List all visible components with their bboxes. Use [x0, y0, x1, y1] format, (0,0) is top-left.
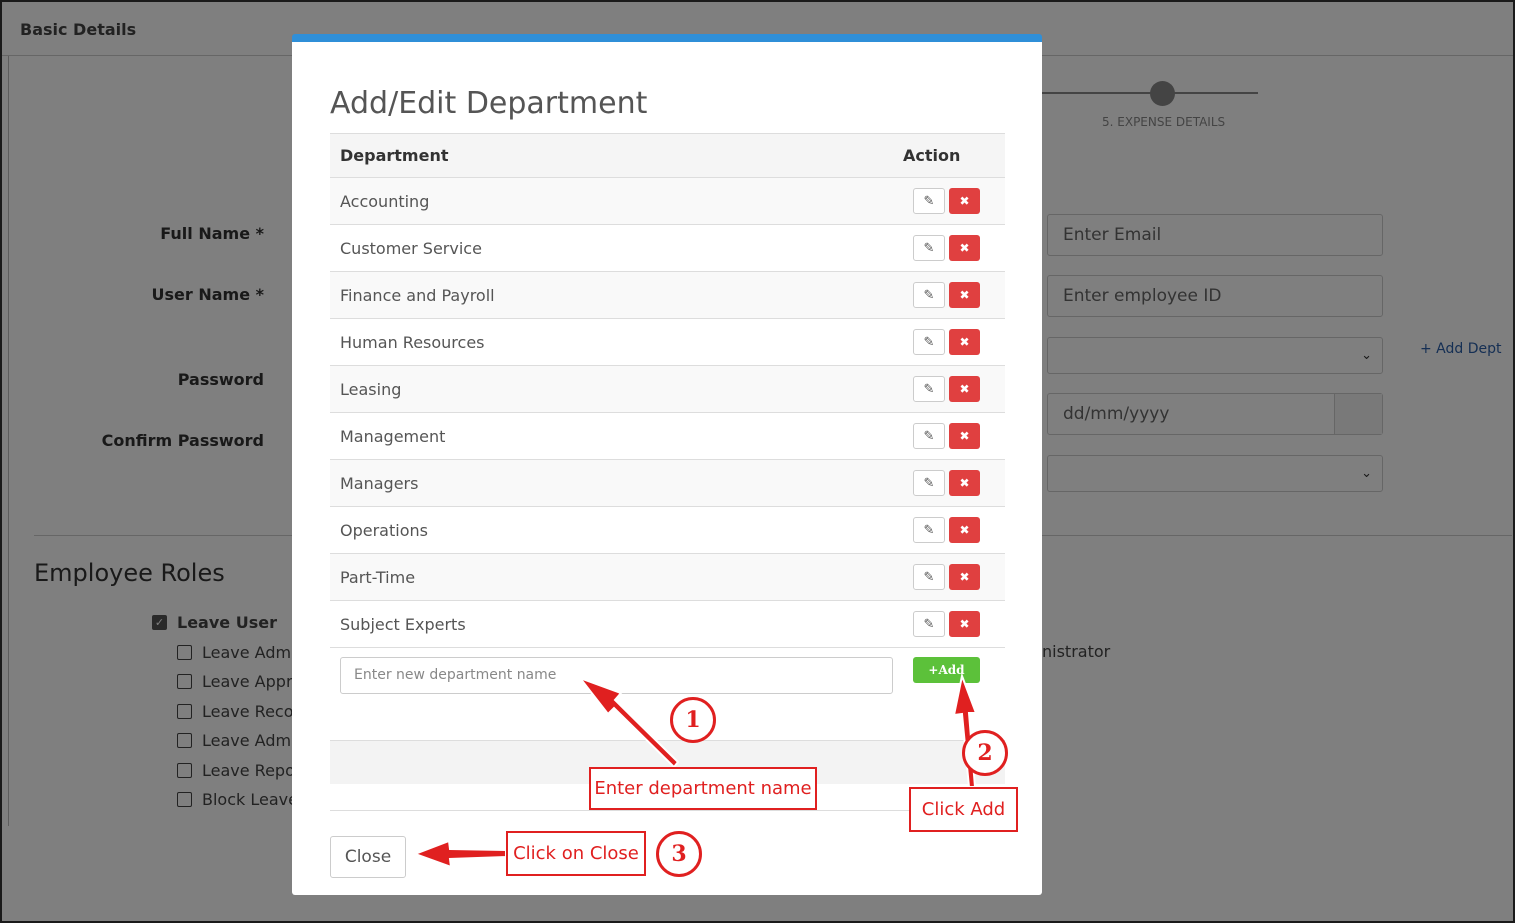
- modal-title: Add/Edit Department: [330, 86, 648, 121]
- step-3-callout: Click on Close: [506, 831, 646, 876]
- delete-x-icon[interactable]: ✖: [949, 517, 980, 543]
- edit-pencil-icon[interactable]: ✎: [913, 517, 945, 543]
- edit-pencil-icon[interactable]: ✎: [913, 470, 945, 496]
- department-name: Operations: [340, 520, 428, 540]
- edit-pencil-icon[interactable]: ✎: [913, 564, 945, 590]
- department-name: Human Resources: [340, 332, 485, 352]
- department-name: Leasing: [340, 379, 402, 399]
- row-actions: ✎ ✖: [913, 517, 980, 543]
- delete-x-icon[interactable]: ✖: [949, 329, 980, 355]
- step-2-marker: 2: [962, 730, 1008, 776]
- table-row: Management ✎ ✖: [330, 413, 1005, 460]
- department-table: Department Action Accounting ✎ ✖ Customer S…: [330, 133, 1005, 648]
- row-actions: ✎ ✖: [913, 376, 980, 402]
- row-actions: ✎ ✖: [913, 329, 980, 355]
- edit-pencil-icon[interactable]: ✎: [913, 282, 945, 308]
- row-actions: ✎ ✖: [913, 423, 980, 449]
- delete-x-icon[interactable]: ✖: [949, 470, 980, 496]
- row-actions: ✎ ✖: [913, 611, 980, 637]
- edit-pencil-icon[interactable]: ✎: [913, 188, 945, 214]
- edit-pencil-icon[interactable]: ✎: [913, 235, 945, 261]
- table-row: Managers ✎ ✖: [330, 460, 1005, 507]
- step-3-marker: 3: [656, 831, 702, 877]
- delete-x-icon[interactable]: ✖: [949, 282, 980, 308]
- table-row: Leasing ✎ ✖: [330, 366, 1005, 413]
- delete-x-icon[interactable]: ✖: [949, 423, 980, 449]
- edit-pencil-icon[interactable]: ✎: [913, 376, 945, 402]
- table-row: Part-Time ✎ ✖: [330, 554, 1005, 601]
- row-actions: ✎ ✖: [913, 564, 980, 590]
- table-row: Human Resources ✎ ✖: [330, 319, 1005, 366]
- step-1-callout: Enter department name: [589, 767, 817, 810]
- step-2-callout: Click Add: [909, 787, 1018, 832]
- department-name: Part-Time: [340, 567, 416, 587]
- column-header-department: Department: [340, 146, 449, 165]
- table-row: Subject Experts ✎ ✖: [330, 601, 1005, 648]
- department-name: Subject Experts: [340, 614, 466, 634]
- screenshot-frame: Basic Details 5. EXPENSE DETAILS Full Na…: [0, 0, 1515, 923]
- row-actions: ✎ ✖: [913, 188, 980, 214]
- department-name: Finance and Payroll: [340, 285, 495, 305]
- table-row: Finance and Payroll ✎ ✖: [330, 272, 1005, 319]
- row-actions: ✎ ✖: [913, 235, 980, 261]
- table-header: Department Action: [330, 134, 1005, 178]
- delete-x-icon[interactable]: ✖: [949, 564, 980, 590]
- edit-pencil-icon[interactable]: ✎: [913, 329, 945, 355]
- new-department-input[interactable]: Enter new department name: [340, 657, 893, 694]
- department-name: Managers: [340, 473, 419, 493]
- table-row: Customer Service ✎ ✖: [330, 225, 1005, 272]
- row-actions: ✎ ✖: [913, 282, 980, 308]
- department-name: Accounting: [340, 191, 430, 211]
- delete-x-icon[interactable]: ✖: [949, 376, 980, 402]
- new-department-placeholder: Enter new department name: [354, 667, 557, 683]
- step-1-marker: 1: [670, 697, 716, 743]
- edit-pencil-icon[interactable]: ✎: [913, 423, 945, 449]
- delete-x-icon[interactable]: ✖: [949, 611, 980, 637]
- table-row: Accounting ✎ ✖: [330, 178, 1005, 225]
- column-header-action: Action: [903, 146, 961, 165]
- department-name: Customer Service: [340, 238, 482, 258]
- department-name: Management: [340, 426, 446, 446]
- table-row: Operations ✎ ✖: [330, 507, 1005, 554]
- add-edit-department-modal: Add/Edit Department Department Action Ac…: [292, 34, 1042, 895]
- edit-pencil-icon[interactable]: ✎: [913, 611, 945, 637]
- row-actions: ✎ ✖: [913, 470, 980, 496]
- delete-x-icon[interactable]: ✖: [949, 188, 980, 214]
- close-button[interactable]: Close: [330, 836, 406, 878]
- modal-footer-divider: [330, 810, 1005, 811]
- delete-x-icon[interactable]: ✖: [949, 235, 980, 261]
- add-department-button[interactable]: +Add: [913, 657, 980, 683]
